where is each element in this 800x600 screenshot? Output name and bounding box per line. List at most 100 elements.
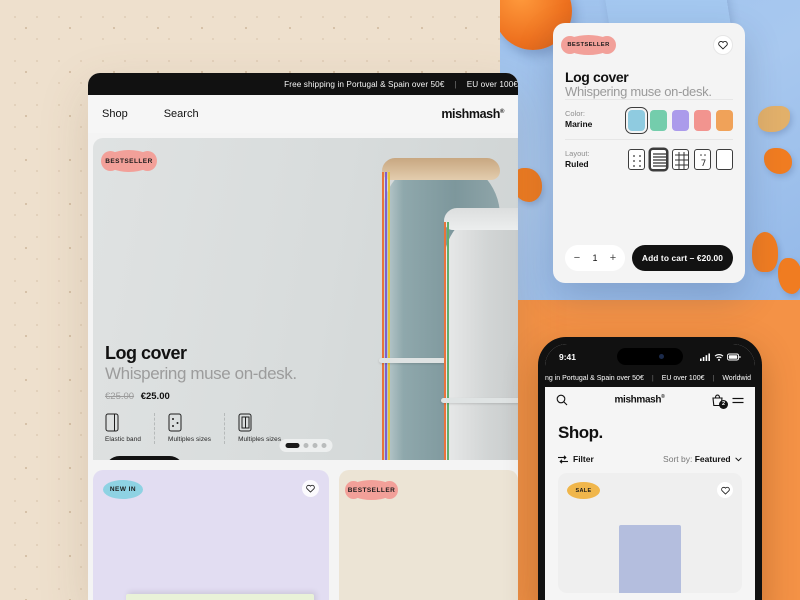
phone-marquee-separator: |: [651, 375, 654, 382]
search-icon[interactable]: [556, 394, 568, 406]
feature-item: Multiples sizes: [168, 413, 226, 445]
feature-label: Multiples sizes: [238, 436, 282, 444]
product-card[interactable]: NEW IN M T W T F S S: [93, 470, 329, 600]
chevron-down-icon: [735, 457, 742, 462]
phone-marquee-separator: |: [712, 375, 715, 382]
marquee-item-2: EU over 100€: [466, 79, 518, 89]
modal-badge-bestseller: BESTSELLER: [561, 35, 616, 55]
color-swatch-mint[interactable]: [650, 109, 667, 131]
notebook-stripe: [447, 222, 449, 460]
feature-label: Multiples sizes: [168, 436, 212, 444]
notebook-roll-grey: [441, 208, 518, 460]
hero-title: Log cover: [105, 343, 187, 363]
layout-option-dotted[interactable]: [628, 149, 645, 171]
phone-nav-actions: 2: [711, 394, 744, 409]
phone-brand-logo[interactable]: mishmash®: [614, 394, 664, 405]
carousel-dot[interactable]: [303, 443, 308, 448]
notebook-paper-edge: [382, 158, 500, 180]
multiple-sizes-grid-icon: [238, 413, 252, 432]
status-time: 9:41: [559, 352, 577, 362]
filter-label: Filter: [573, 454, 594, 464]
color-swatch-lilac[interactable]: [672, 109, 689, 131]
notebook-stripe: [385, 172, 387, 460]
phone-navigation-bar: mishmash® 2: [545, 387, 755, 413]
color-swatch-marine[interactable]: [625, 106, 648, 134]
menu-icon[interactable]: [732, 396, 744, 405]
quantity-stepper: − 1 +: [565, 245, 625, 271]
phone-marquee-item-2: EU over 100€: [661, 375, 705, 382]
sort-value: Featured: [694, 454, 731, 464]
nav-link-shop[interactable]: Shop: [102, 108, 128, 120]
grid-icon: [675, 152, 688, 170]
wishlist-button[interactable]: [717, 482, 733, 498]
layout-option-planner[interactable]: 7: [694, 149, 711, 171]
wishlist-button[interactable]: [713, 35, 733, 55]
dotted-icon: [633, 155, 641, 168]
phone-brand-mark: ®: [661, 394, 665, 401]
card-badge-bestseller: BESTSELLER: [345, 480, 398, 500]
phone-product-image: [619, 525, 681, 593]
heart-icon: [718, 41, 728, 50]
phone-mockup: 9:41 ng in Portugal & Spain over 50€ | E…: [538, 337, 762, 600]
modal-product-subtitle: Whispering muse on-desk.: [565, 84, 712, 99]
carousel-dot[interactable]: [312, 443, 317, 448]
wishlist-button[interactable]: [302, 480, 319, 497]
decrease-quantity-button[interactable]: −: [570, 252, 584, 264]
increase-quantity-button[interactable]: +: [606, 252, 620, 264]
orange-peel: [778, 258, 800, 294]
phone-status-bar: 9:41: [545, 344, 755, 370]
heart-icon: [720, 486, 730, 495]
carousel-dot-active[interactable]: [285, 443, 299, 448]
layout-option-grid[interactable]: [672, 149, 689, 171]
card-badge-new-in: NEW IN: [103, 480, 143, 499]
marquee-separator: |: [454, 79, 457, 89]
brand-name: mishmash: [441, 107, 500, 121]
filter-icon: [558, 454, 568, 464]
product-quick-view-modal: BESTSELLER Log cover Whispering muse on-…: [553, 23, 745, 283]
planner-day-headers: M T W T F S S: [126, 594, 314, 600]
phone-announcement-marquee: ng in Portugal & Spain over 50€ | EU ove…: [545, 370, 755, 387]
add-to-cart-button[interactable]: Add to cart – €20.00: [632, 245, 733, 271]
dried-peel: [758, 106, 790, 132]
modal-product-title: Log cover: [565, 69, 629, 85]
sort-dropdown[interactable]: Sort by: Featured: [663, 454, 742, 464]
notebook-stripe: [444, 222, 446, 460]
filter-button[interactable]: Filter: [558, 454, 594, 464]
cart-button[interactable]: 2: [711, 394, 728, 409]
color-swatch-tangerine[interactable]: [716, 109, 733, 131]
brand-mark: ®: [499, 108, 504, 115]
layout-label-text: Layout:: [565, 148, 590, 158]
brand-logo[interactable]: mishmash®: [441, 107, 504, 121]
layout-option-blank[interactable]: [716, 149, 733, 171]
desktop-browser-mockup: Free shipping in Portugal & Spain over 5…: [88, 73, 518, 600]
phone-product-card[interactable]: SALE: [558, 473, 742, 593]
color-value: Marine: [565, 119, 593, 130]
hero-price: €25.00 €25.00: [105, 391, 307, 402]
notebook-stripe: [382, 172, 384, 460]
phone-screen: 9:41 ng in Portugal & Spain over 50€ | E…: [545, 344, 755, 600]
price-original: €25.00: [105, 391, 135, 403]
multiple-sizes-dot-icon: [168, 413, 182, 432]
hero-banner: BESTSELLER Log cover Whispering muse on-…: [93, 138, 518, 460]
carousel-dot[interactable]: [321, 443, 326, 448]
shop-now-button[interactable]: Shop now: [105, 456, 185, 460]
color-swatches: [625, 106, 733, 134]
layout-label: Layout: Ruled: [565, 149, 590, 171]
phone-marquee-item-3: Worldwid: [722, 375, 751, 382]
carousel-pagination[interactable]: [279, 439, 332, 452]
price-current: €25.00: [140, 391, 170, 403]
color-swatch-blush[interactable]: [694, 109, 711, 131]
layout-option-ruled[interactable]: [650, 149, 667, 171]
color-option-row: Color: Marine: [565, 99, 733, 139]
feature-label: Elastic band: [105, 436, 142, 444]
weekly-planner-product: M T W T F S S: [126, 594, 314, 600]
hero-text-block: Log cover Whispering muse on-desk. €25.0…: [105, 343, 307, 460]
layout-value: Ruled: [565, 159, 589, 170]
phone-page-title: Shop.: [558, 423, 603, 442]
marquee-item-1: Free shipping in Portugal & Spain over 5…: [284, 79, 445, 89]
cellular-signal-icon: [700, 353, 710, 361]
cart-actions: − 1 + Add to cart – €20.00: [565, 245, 733, 271]
front-camera-icon: [658, 354, 664, 359]
product-card[interactable]: BESTSELLER: [339, 470, 518, 600]
nav-link-search[interactable]: Search: [164, 108, 199, 120]
